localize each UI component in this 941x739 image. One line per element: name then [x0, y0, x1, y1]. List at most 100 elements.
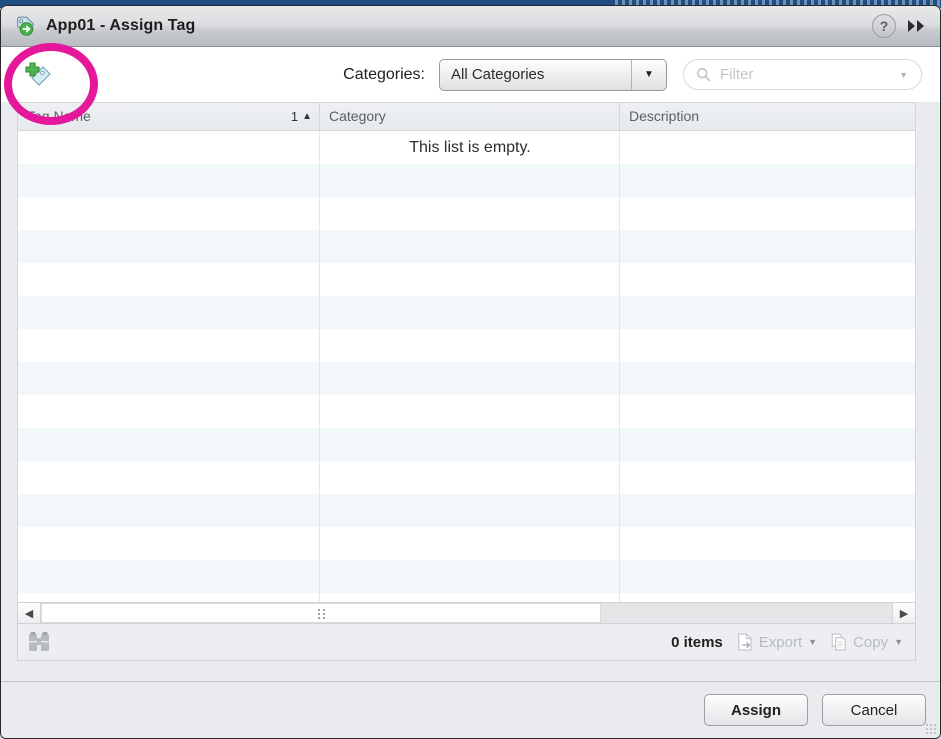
statusbar-actions: 0 items Export ▼ Copy ▼ — [671, 633, 915, 651]
filter-input-placeholder: Filter — [720, 66, 754, 83]
assign-tag-dialog: App01 - Assign Tag ? Categories: All Cat… — [0, 5, 941, 739]
table-row[interactable] — [18, 197, 915, 230]
categories-dropdown-value: All Categories — [451, 66, 545, 83]
scrollbar-thumb[interactable] — [41, 603, 601, 623]
table-cell — [320, 263, 620, 296]
export-button[interactable]: Export ▼ — [737, 633, 817, 651]
table-cell — [620, 494, 915, 527]
table-cell — [18, 395, 320, 428]
table-row[interactable] — [18, 428, 915, 461]
table-row[interactable] — [18, 527, 915, 560]
table-cell — [18, 428, 320, 461]
chevron-down-icon: ▼ — [644, 69, 654, 80]
table-cell — [18, 296, 320, 329]
column-header-tag-name[interactable]: Tag Name 1 ▲ — [18, 103, 320, 130]
table-row[interactable] — [18, 296, 915, 329]
dialog-titlebar: App01 - Assign Tag ? — [1, 6, 940, 47]
table-header-row: Tag Name 1 ▲ Category Description — [18, 103, 915, 131]
table-cell — [18, 560, 320, 593]
filter-input[interactable]: Filter ▼ — [683, 59, 922, 90]
copy-chevron-down-icon: ▼ — [894, 637, 903, 647]
table-row[interactable] — [18, 593, 915, 602]
table-cell — [18, 197, 320, 230]
toolbar-filters: Categories: All Categories ▼ Filter ▼ — [343, 47, 922, 102]
dialog-title: App01 - Assign Tag — [46, 17, 196, 34]
binoculars-icon[interactable] — [26, 630, 52, 654]
table-cell — [320, 197, 620, 230]
scroll-right-arrow-icon[interactable]: ▶ — [892, 603, 915, 623]
table-cell — [620, 527, 915, 560]
table-cell — [18, 362, 320, 395]
table-cell — [18, 494, 320, 527]
table-cell — [18, 164, 320, 197]
copy-label: Copy — [853, 633, 889, 651]
table-cell — [620, 593, 915, 602]
table-cell — [320, 527, 620, 560]
filter-chevron-down-icon[interactable]: ▼ — [899, 70, 908, 80]
column-header-tag-name-label: Tag Name — [27, 108, 91, 124]
table-cell — [18, 527, 320, 560]
table-cell — [320, 494, 620, 527]
sort-index: 1 — [290, 109, 299, 124]
help-question-icon[interactable]: ? — [872, 14, 896, 38]
table-cell — [620, 461, 915, 494]
table-cell — [18, 230, 320, 263]
assign-button[interactable]: Assign — [704, 694, 808, 726]
table-cell — [320, 593, 620, 602]
dialog-footer: Assign Cancel — [1, 681, 940, 738]
table-cell — [320, 131, 620, 164]
double-chevron-right-icon[interactable] — [906, 15, 928, 37]
column-header-description[interactable]: Description — [620, 103, 915, 130]
table-body[interactable]: This list is empty. — [18, 131, 915, 602]
sort-ascending-icon: ▲ — [302, 111, 312, 122]
resize-grip-icon[interactable] — [925, 723, 936, 734]
table-cell — [620, 263, 915, 296]
table-cell — [320, 428, 620, 461]
table-row[interactable] — [18, 131, 915, 164]
table-cell — [620, 560, 915, 593]
table-cell — [620, 197, 915, 230]
column-header-description-label: Description — [629, 108, 700, 124]
table-cell — [320, 230, 620, 263]
table-row[interactable] — [18, 461, 915, 494]
table-cell — [320, 329, 620, 362]
table-row[interactable] — [18, 164, 915, 197]
table-cell — [320, 560, 620, 593]
table-cell — [620, 230, 915, 263]
table-cell — [620, 329, 915, 362]
categories-dropdown[interactable]: All Categories ▼ — [439, 58, 667, 91]
table-row[interactable] — [18, 329, 915, 362]
column-header-category-label: Category — [329, 108, 386, 124]
tag-assign-icon — [13, 14, 37, 38]
horizontal-scrollbar[interactable]: ◀ ▶ — [17, 602, 916, 624]
table-cell — [320, 296, 620, 329]
sort-indicator: 1 ▲ — [291, 103, 319, 130]
table-cell — [18, 263, 320, 296]
scroll-left-arrow-icon[interactable]: ◀ — [18, 603, 41, 623]
table-cell — [18, 329, 320, 362]
table-row[interactable] — [18, 494, 915, 527]
table-row[interactable] — [18, 560, 915, 593]
table-row[interactable] — [18, 230, 915, 263]
scroll-grip-icon — [317, 608, 325, 619]
table-cell — [320, 164, 620, 197]
table-row[interactable] — [18, 263, 915, 296]
search-magnifier-icon — [696, 67, 711, 82]
table-cell — [620, 428, 915, 461]
table-row[interactable] — [18, 362, 915, 395]
copy-button[interactable]: Copy ▼ — [831, 633, 903, 651]
add-tag-icon[interactable] — [23, 61, 53, 89]
table-cell — [620, 362, 915, 395]
cancel-button[interactable]: Cancel — [822, 694, 926, 726]
table-row[interactable] — [18, 395, 915, 428]
table-cell — [320, 461, 620, 494]
table-statusbar: 0 items Export ▼ Copy ▼ — [17, 624, 916, 661]
export-document-icon — [737, 633, 753, 651]
table-cell — [320, 362, 620, 395]
column-header-category[interactable]: Category — [320, 103, 620, 130]
table-cell — [620, 131, 915, 164]
scrollbar-track[interactable] — [41, 603, 892, 623]
table-cell — [620, 296, 915, 329]
items-count: 0 items — [671, 633, 723, 651]
export-label: Export — [758, 633, 803, 651]
